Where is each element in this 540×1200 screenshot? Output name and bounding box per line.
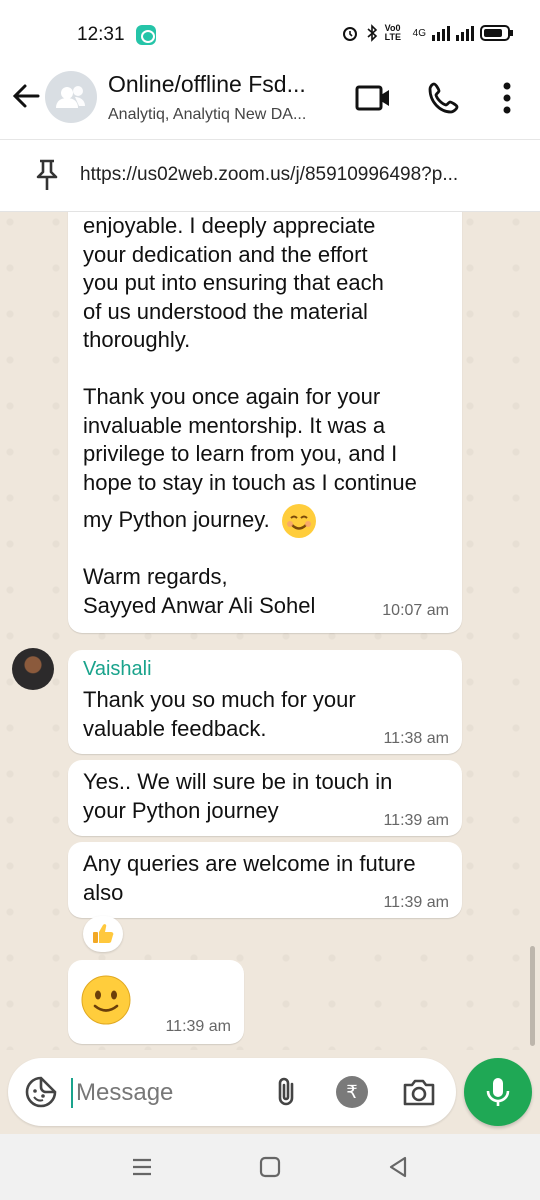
message-text: Yes.. We will sure be in touch in your P… <box>83 769 393 823</box>
message-input[interactable] <box>76 1076 256 1110</box>
mic-button[interactable] <box>464 1058 532 1126</box>
home-icon[interactable] <box>256 1154 284 1180</box>
volte-label: Vo0 LTE <box>384 23 401 42</box>
battery-icon <box>480 25 513 41</box>
mic-icon <box>486 1078 510 1106</box>
chat-title[interactable]: Online/offline Fsd... <box>108 71 306 98</box>
chat-notification-icon <box>136 25 156 45</box>
alarm-icon <box>342 27 357 41</box>
message-list[interactable]: enjoyable. I deeply appreciate your dedi… <box>0 212 540 1050</box>
scrollbar[interactable] <box>530 946 535 1046</box>
smiling-face-with-smiling-eyes-icon <box>281 504 316 539</box>
chat-participants[interactable]: Analytiq, Analytiq New DA... <box>108 106 306 124</box>
message-composer: ₹ <box>8 1058 456 1126</box>
bluetooth-icon <box>367 24 377 42</box>
pin-icon <box>36 159 58 190</box>
more-options-icon[interactable] <box>492 76 522 120</box>
message-text: Any queries are welcome in future also <box>83 851 416 905</box>
network-type-label: 4G <box>412 27 426 39</box>
sender-name[interactable]: Vaishali <box>83 658 152 681</box>
message-text: my Python journey. <box>83 507 270 532</box>
message-bubble[interactable]: 11:39 am <box>68 960 244 1044</box>
message-time: 10:07 am <box>382 602 449 619</box>
message-signoff: Warm regards, Sayyed Anwar Ali Sohel <box>83 564 316 618</box>
chat-header: Online/offline Fsd... Analytiq, Analytiq… <box>0 56 540 140</box>
slightly-smiling-face-icon <box>81 975 131 1025</box>
pinned-message-bar[interactable]: https://us02web.zoom.us/j/85910996498?p.… <box>0 140 540 212</box>
status-time: 12:31 <box>77 24 125 45</box>
message-bubble[interactable]: Vaishali Thank you so much for your valu… <box>68 650 462 754</box>
recents-icon[interactable] <box>128 1154 156 1180</box>
message-time: 11:39 am <box>383 894 449 911</box>
sender-avatar[interactable] <box>12 648 54 690</box>
signal-strength-icon <box>432 25 450 41</box>
sticker-icon[interactable] <box>24 1075 58 1109</box>
pinned-link[interactable]: https://us02web.zoom.us/j/85910996498?p.… <box>80 164 530 186</box>
signal-strength-2-icon <box>456 25 474 41</box>
text-caret <box>71 1078 73 1108</box>
message-time: 11:39 am <box>383 812 449 829</box>
rupee-icon[interactable]: ₹ <box>336 1076 368 1108</box>
paperclip-icon[interactable] <box>270 1074 306 1110</box>
message-time: 11:38 am <box>383 730 449 747</box>
message-text: enjoyable. I deeply appreciate your dedi… <box>83 213 417 495</box>
message-text-line: my Python journey. <box>83 502 316 539</box>
thumbs-up-icon <box>93 924 114 943</box>
group-avatar-icon <box>56 86 85 108</box>
status-icons: Vo0 LTE 4G <box>341 23 513 42</box>
group-avatar[interactable] <box>45 71 97 123</box>
message-bubble[interactable]: Any queries are welcome in future also 1… <box>68 842 462 918</box>
message-bubble[interactable]: enjoyable. I deeply appreciate your dedi… <box>68 212 462 633</box>
phone-icon[interactable] <box>424 78 464 118</box>
video-call-icon[interactable] <box>354 80 392 116</box>
system-nav-bar <box>0 1134 540 1200</box>
message-time: 11:39 am <box>165 1018 231 1035</box>
message-bubble[interactable]: Yes.. We will sure be in touch in your P… <box>68 760 462 836</box>
message-text: Thank you so much for your valuable feed… <box>83 687 356 741</box>
camera-icon[interactable] <box>400 1074 438 1110</box>
back-triangle-icon[interactable] <box>384 1154 412 1180</box>
message-reaction[interactable] <box>83 916 123 952</box>
back-arrow-icon[interactable] <box>8 78 44 114</box>
